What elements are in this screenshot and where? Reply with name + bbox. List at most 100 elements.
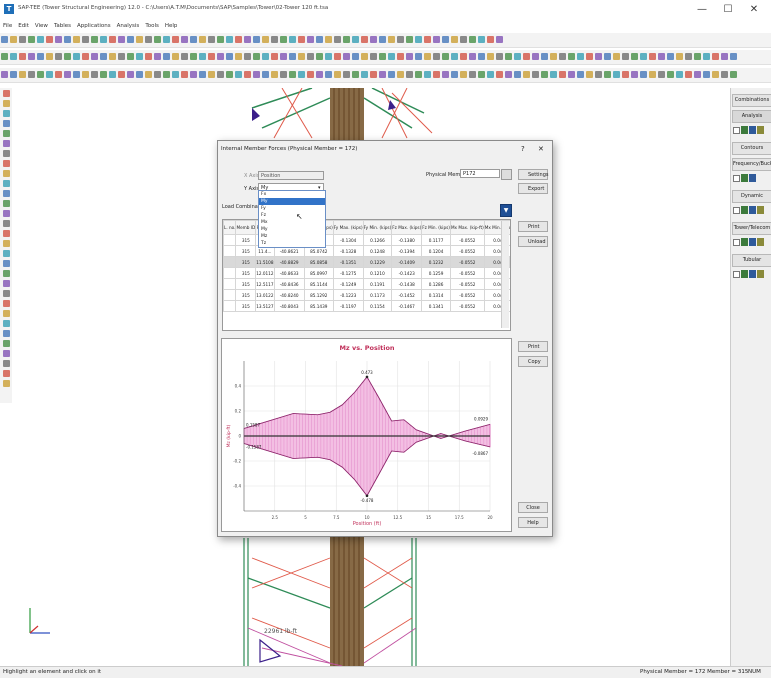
toolbar-tool-icon[interactable] <box>667 71 674 78</box>
toolbar-tool-icon[interactable] <box>226 71 233 78</box>
toolbar-tool-icon[interactable] <box>415 36 422 43</box>
dropdown-option[interactable]: Mx <box>259 219 325 226</box>
toolbar-tool-icon[interactable] <box>154 36 161 43</box>
toolbar-tool-icon[interactable] <box>379 53 386 60</box>
toolbar-tool-icon[interactable] <box>91 53 98 60</box>
checkbox-icon[interactable] <box>733 175 740 182</box>
toolbar-tool-icon[interactable] <box>370 71 377 78</box>
toolbar-tool-icon[interactable] <box>10 71 17 78</box>
toolbar-tool-icon[interactable] <box>721 71 728 78</box>
toolbar-tool-icon[interactable] <box>613 71 620 78</box>
toolbar-tool-icon[interactable] <box>172 36 179 43</box>
toolbar-tool-icon[interactable] <box>100 71 107 78</box>
toolbar-tool-icon[interactable] <box>109 36 116 43</box>
menu-tools[interactable]: Tools <box>142 20 162 29</box>
toolbar-tool-icon[interactable] <box>226 36 233 43</box>
toolbar-tool-icon[interactable] <box>469 36 476 43</box>
checkbox-icon[interactable] <box>733 271 740 278</box>
toolbar-tool-icon[interactable] <box>118 36 125 43</box>
toolbar-tool-icon[interactable] <box>451 71 458 78</box>
toolbar-tool-icon[interactable] <box>181 36 188 43</box>
toolbar-tool-icon[interactable] <box>694 71 701 78</box>
toolbar-tool-icon[interactable] <box>1 36 8 43</box>
menu-tables[interactable]: Tables <box>51 20 74 29</box>
chart-icon[interactable] <box>757 270 764 278</box>
toolbar-tool-icon[interactable] <box>406 71 413 78</box>
toolbar-tool-icon[interactable] <box>487 71 494 78</box>
toolbar-tool-icon[interactable] <box>316 36 323 43</box>
left-tool-icon[interactable] <box>2 350 10 357</box>
toolbar-tool-icon[interactable] <box>298 71 305 78</box>
toolbar-tool-icon[interactable] <box>658 71 665 78</box>
toolbar-tool-icon[interactable] <box>316 53 323 60</box>
toolbar-tool-icon[interactable] <box>343 53 350 60</box>
tower-icon[interactable] <box>741 238 748 246</box>
toolbar-tool-icon[interactable] <box>289 53 296 60</box>
toolbar-tool-icon[interactable] <box>82 36 89 43</box>
toolbar-tool-icon[interactable] <box>262 71 269 78</box>
toolbar-tool-icon[interactable] <box>163 53 170 60</box>
toolbar-tool-icon[interactable] <box>352 71 359 78</box>
toolbar-tool-icon[interactable] <box>10 36 17 43</box>
left-tool-icon[interactable] <box>2 300 10 307</box>
left-tool-icon[interactable] <box>2 270 10 277</box>
tubular-button[interactable]: Tubular <box>732 254 771 267</box>
table-header[interactable]: Memb ID <box>235 220 257 235</box>
toolbar-tool-icon[interactable] <box>343 36 350 43</box>
toolbar-tool-icon[interactable] <box>460 71 467 78</box>
toolbar-tool-icon[interactable] <box>1 53 8 60</box>
table-header[interactable]: L. no. <box>223 220 237 235</box>
tower-icon[interactable] <box>741 174 748 182</box>
grid-icon[interactable] <box>749 270 756 278</box>
toolbar-tool-icon[interactable] <box>235 53 242 60</box>
toolbar-tool-icon[interactable] <box>118 53 125 60</box>
frequency-buckling-button[interactable]: Frequency/Buck... <box>732 158 771 171</box>
toolbar-tool-icon[interactable] <box>19 36 26 43</box>
left-tool-icon[interactable] <box>2 250 10 257</box>
toolbar-tool-icon[interactable] <box>352 36 359 43</box>
toolbar-tool-icon[interactable] <box>172 53 179 60</box>
toolbar-tool-icon[interactable] <box>235 36 242 43</box>
toolbar-tool-icon[interactable] <box>541 53 548 60</box>
print-table-button[interactable]: Print <box>518 221 548 232</box>
toolbar-tool-icon[interactable] <box>136 53 143 60</box>
table-header[interactable]: Fy Min. (kips) <box>362 220 393 235</box>
toolbar-tool-icon[interactable] <box>622 53 629 60</box>
close-button[interactable]: Close <box>518 502 548 513</box>
close-icon[interactable]: ✕ <box>538 145 544 153</box>
table-row[interactable]: 315 11.5108 -40.8829 85.0858 -0.1351 0.1229 -0… <box>223 256 510 268</box>
toolbar-tool-icon[interactable] <box>514 71 521 78</box>
toolbar-tool-icon[interactable] <box>307 36 314 43</box>
toolbar-tool-icon[interactable] <box>676 71 683 78</box>
table-row[interactable]: 315 13.5127 -40.8043 85.1439 -0.1197 0.1154 -0… <box>223 300 510 312</box>
copy-button[interactable]: Copy <box>518 356 548 367</box>
toolbar-tool-icon[interactable] <box>361 53 368 60</box>
toolbar-tool-icon[interactable] <box>208 53 215 60</box>
left-tool-icon[interactable] <box>2 150 10 157</box>
left-tool-icon[interactable] <box>2 210 10 217</box>
left-tool-icon[interactable] <box>2 310 10 317</box>
toolbar-tool-icon[interactable] <box>496 36 503 43</box>
table-header[interactable]: Fz Max. (kips) <box>391 220 423 235</box>
chart-icon[interactable] <box>757 126 764 134</box>
grid-icon[interactable] <box>749 238 756 246</box>
toolbar-tool-icon[interactable] <box>604 53 611 60</box>
pick-member-icon[interactable] <box>501 169 512 180</box>
toolbar-tool-icon[interactable] <box>613 53 620 60</box>
toolbar-tool-icon[interactable] <box>685 53 692 60</box>
toolbar-tool-icon[interactable] <box>199 36 206 43</box>
toolbar-tool-icon[interactable] <box>19 71 26 78</box>
toolbar-tool-icon[interactable] <box>1 71 8 78</box>
table-row[interactable]: 315 12.0112 -40.8633 85.0997 -0.1275 0.1210 -0… <box>223 267 510 279</box>
contours-button[interactable]: Contours <box>732 142 771 155</box>
left-tool-icon[interactable] <box>2 230 10 237</box>
chart-icon[interactable] <box>757 206 764 214</box>
toolbar-tool-icon[interactable] <box>289 36 296 43</box>
toolbar-tool-icon[interactable] <box>388 36 395 43</box>
toolbar-tool-icon[interactable] <box>379 71 386 78</box>
toolbar-tool-icon[interactable] <box>298 53 305 60</box>
left-tool-icon[interactable] <box>2 110 10 117</box>
toolbar-tool-icon[interactable] <box>712 53 719 60</box>
toolbar-tool-icon[interactable] <box>442 53 449 60</box>
toolbar-tool-icon[interactable] <box>541 71 548 78</box>
